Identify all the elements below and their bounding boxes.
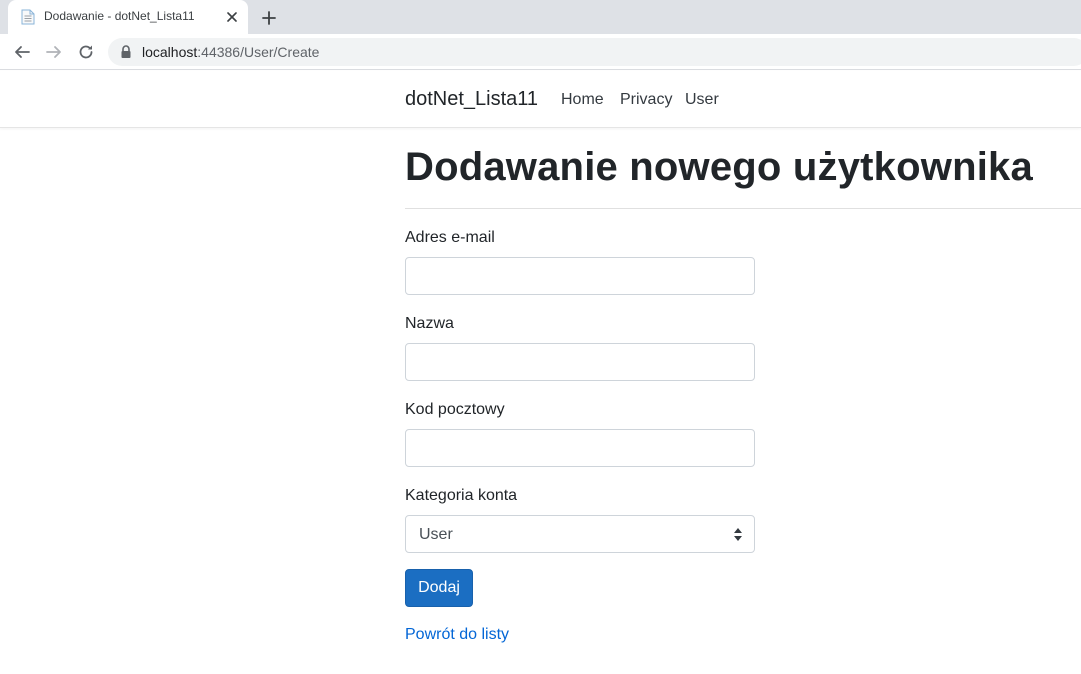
reload-icon[interactable] bbox=[75, 41, 97, 63]
account-category-select[interactable]: User bbox=[405, 515, 755, 553]
address-bar[interactable]: localhost:44386/User/Create bbox=[108, 38, 1081, 66]
browser-tab[interactable]: Dodawanie - dotNet_Lista11 bbox=[8, 0, 248, 34]
back-arrow-icon[interactable] bbox=[11, 41, 33, 63]
page-favicon-icon bbox=[21, 9, 35, 25]
forward-arrow-icon[interactable] bbox=[43, 41, 65, 63]
nav-link-privacy[interactable]: Privacy bbox=[620, 91, 672, 109]
postal-code-field[interactable] bbox=[405, 429, 755, 467]
title-divider bbox=[405, 208, 1081, 209]
email-label: Adres e-mail bbox=[405, 229, 495, 246]
select-arrows-icon bbox=[734, 528, 742, 541]
nav-link-home[interactable]: Home bbox=[561, 91, 604, 109]
browser-tabstrip: Dodawanie - dotNet_Lista11 bbox=[0, 0, 1081, 34]
lock-icon[interactable] bbox=[120, 45, 132, 59]
add-button[interactable]: Dodaj bbox=[405, 569, 473, 607]
account-category-label: Kategoria konta bbox=[405, 487, 518, 504]
close-icon[interactable] bbox=[224, 9, 240, 25]
postal-code-label: Kod pocztowy bbox=[405, 401, 505, 418]
browser-toolbar: localhost:44386/User/Create bbox=[0, 34, 1081, 70]
tab-title: Dodawanie - dotNet_Lista11 bbox=[44, 9, 195, 23]
back-to-list-link[interactable]: Powrót do listy bbox=[405, 626, 509, 644]
url-path: :44386/User/Create bbox=[197, 44, 320, 60]
page-title: Dodawanie nowego użytkownika bbox=[405, 145, 1033, 189]
navbar-brand[interactable]: dotNet_Lista11 bbox=[405, 88, 538, 111]
name-field[interactable] bbox=[405, 343, 755, 381]
url-host: localhost bbox=[142, 44, 198, 60]
nav-link-user[interactable]: User bbox=[685, 91, 719, 109]
account-category-value: User bbox=[419, 526, 453, 543]
plus-icon[interactable] bbox=[258, 7, 280, 29]
name-label: Nazwa bbox=[405, 315, 454, 332]
email-field[interactable] bbox=[405, 257, 755, 295]
site-navbar: dotNet_Lista11 Home Privacy User bbox=[0, 71, 1081, 128]
url-text: localhost:44386/User/Create bbox=[142, 44, 319, 60]
